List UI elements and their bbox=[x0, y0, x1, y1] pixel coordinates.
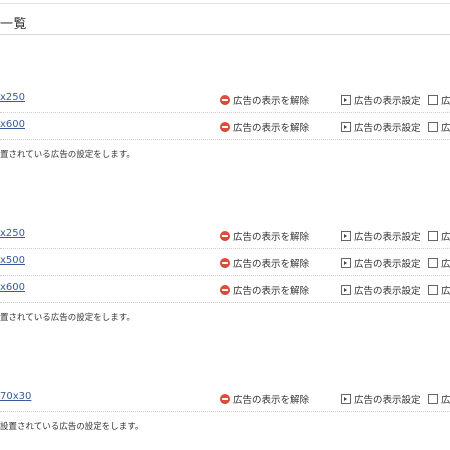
remove-ad-button[interactable]: 広告の表示を解除 bbox=[220, 256, 309, 270]
remove-ad-button[interactable]: 広告の表示を解除 bbox=[220, 229, 309, 243]
ad-more-button[interactable]: 広告 bbox=[428, 256, 450, 270]
ad-settings-label: 広告の表示設定 bbox=[354, 395, 421, 406]
minus-circle-icon bbox=[220, 285, 230, 295]
minus-circle-icon bbox=[220, 394, 230, 404]
top-rule bbox=[0, 3, 450, 4]
ad-more-label: 広告 bbox=[441, 395, 450, 406]
ad-size-link[interactable]: x600 bbox=[0, 282, 25, 293]
remove-ad-label: 広告の表示を解除 bbox=[233, 259, 310, 270]
ad-size-link[interactable]: 70x30 bbox=[0, 391, 31, 402]
remove-ad-label: 広告の表示を解除 bbox=[233, 232, 310, 243]
ad-more-label: 広告 bbox=[441, 259, 450, 270]
remove-ad-label: 広告の表示を解除 bbox=[233, 286, 310, 297]
ad-settings-button[interactable]: 広告の表示設定 bbox=[341, 392, 421, 406]
minus-circle-icon bbox=[220, 231, 230, 241]
arrow-box-icon bbox=[428, 95, 438, 105]
ad-size-link[interactable]: x600 bbox=[0, 119, 25, 130]
ad-more-button[interactable]: 広告 bbox=[428, 229, 450, 243]
ad-more-label: 広告 bbox=[441, 96, 450, 107]
remove-ad-button[interactable]: 広告の表示を解除 bbox=[220, 120, 309, 134]
minus-circle-icon bbox=[220, 258, 230, 268]
ad-more-label: 広告 bbox=[441, 286, 450, 297]
ad-more-button[interactable]: 広告 bbox=[428, 93, 450, 107]
remove-ad-label: 広告の表示を解除 bbox=[233, 96, 310, 107]
arrow-box-icon bbox=[341, 258, 351, 268]
table-row: x600 広告の表示を解除 広告の表示設定 広告 bbox=[0, 113, 450, 140]
ad-settings-label: 広告の表示設定 bbox=[354, 259, 421, 270]
remove-ad-label: 広告の表示を解除 bbox=[233, 395, 310, 406]
section-note: 置されている広告の設定をします。 bbox=[0, 150, 135, 160]
ad-more-label: 広告 bbox=[441, 123, 450, 134]
ad-size-link[interactable]: x250 bbox=[0, 92, 25, 103]
arrow-box-icon bbox=[341, 231, 351, 241]
remove-ad-button[interactable]: 広告の表示を解除 bbox=[220, 392, 309, 406]
table-row: x500 広告の表示を解除 広告の表示設定 広告 bbox=[0, 249, 450, 276]
minus-circle-icon bbox=[220, 95, 230, 105]
arrow-box-icon bbox=[341, 122, 351, 132]
ad-more-button[interactable]: 広告 bbox=[428, 120, 450, 134]
arrow-box-icon bbox=[341, 394, 351, 404]
table-row: x600 広告の表示を解除 広告の表示設定 広告 bbox=[0, 276, 450, 303]
ad-settings-button[interactable]: 広告の表示設定 bbox=[341, 256, 421, 270]
ad-size-link[interactable]: x500 bbox=[0, 255, 25, 266]
ad-settings-button[interactable]: 広告の表示設定 bbox=[341, 229, 421, 243]
remove-ad-button[interactable]: 広告の表示を解除 bbox=[220, 93, 309, 107]
remove-ad-button[interactable]: 広告の表示を解除 bbox=[220, 283, 309, 297]
minus-circle-icon bbox=[220, 122, 230, 132]
ad-settings-label: 広告の表示設定 bbox=[354, 232, 421, 243]
arrow-box-icon bbox=[428, 258, 438, 268]
ad-settings-label: 広告の表示設定 bbox=[354, 96, 421, 107]
ad-settings-label: 広告の表示設定 bbox=[354, 123, 421, 134]
ad-settings-button[interactable]: 広告の表示設定 bbox=[341, 120, 421, 134]
arrow-box-icon bbox=[341, 285, 351, 295]
ad-settings-label: 広告の表示設定 bbox=[354, 286, 421, 297]
ad-size-link[interactable]: x250 bbox=[0, 228, 25, 239]
table-row: x250 広告の表示を解除 広告の表示設定 広告 bbox=[0, 222, 450, 249]
ad-settings-button[interactable]: 広告の表示設定 bbox=[341, 93, 421, 107]
arrow-box-icon bbox=[428, 122, 438, 132]
remove-ad-label: 広告の表示を解除 bbox=[233, 123, 310, 134]
ad-more-button[interactable]: 広告 bbox=[428, 392, 450, 406]
page-title: 一覧 bbox=[0, 17, 28, 32]
table-row: 70x30 広告の表示を解除 広告の表示設定 広告 bbox=[0, 385, 450, 412]
table-row: x250 広告の表示を解除 広告の表示設定 広告 bbox=[0, 86, 450, 113]
section-note: 置されている広告の設定をします。 bbox=[0, 313, 135, 323]
section-note: 設置されている広告の設定をします。 bbox=[0, 422, 144, 432]
arrow-box-icon bbox=[428, 285, 438, 295]
ad-more-button[interactable]: 広告 bbox=[428, 283, 450, 297]
ad-settings-button[interactable]: 広告の表示設定 bbox=[341, 283, 421, 297]
arrow-box-icon bbox=[428, 394, 438, 404]
arrow-box-icon bbox=[428, 231, 438, 241]
arrow-box-icon bbox=[341, 95, 351, 105]
ad-more-label: 広告 bbox=[441, 232, 450, 243]
title-underline bbox=[0, 34, 450, 35]
